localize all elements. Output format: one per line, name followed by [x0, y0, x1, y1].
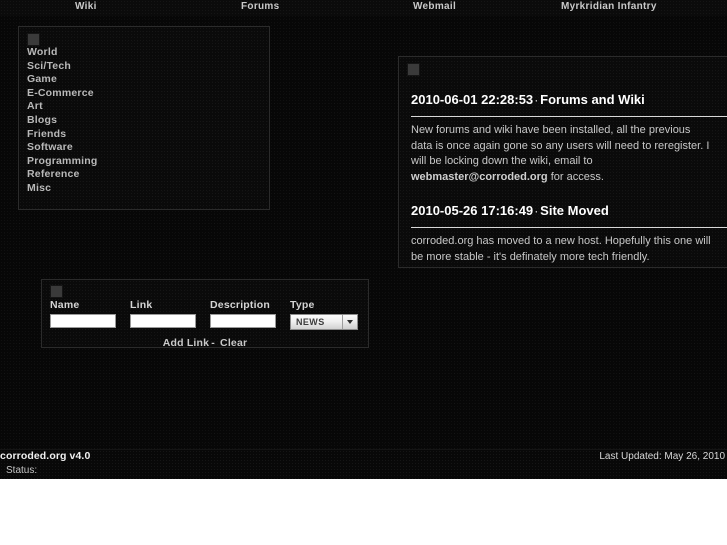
- type-select[interactable]: NEWS: [290, 314, 358, 330]
- page-root: Wiki Forums Webmail Myrkridian Infantry …: [0, 0, 727, 479]
- broken-image-icon: [407, 63, 420, 76]
- action-separator: -: [211, 337, 215, 349]
- divider: [411, 227, 727, 228]
- category-link-game[interactable]: Game: [27, 73, 261, 87]
- nav-link-myrkridian-infantry[interactable]: Myrkridian Infantry: [561, 0, 657, 14]
- add-link-button[interactable]: Add Link: [163, 337, 210, 349]
- news-item-date: 2010-06-01 22:28:53: [411, 92, 534, 107]
- list-item: Reference: [27, 168, 261, 182]
- name-field-group: Name: [50, 299, 116, 328]
- list-item: Art: [27, 100, 261, 114]
- description-input[interactable]: [210, 314, 276, 328]
- add-link-form-panel: Name Link Description Type NEWS Add Link…: [41, 279, 369, 349]
- nav-link-webmail[interactable]: Webmail: [413, 0, 456, 14]
- category-link-software[interactable]: Software: [27, 141, 261, 155]
- footer-status: Status:: [6, 465, 38, 476]
- add-link-form-actions: Add Link - Clear: [50, 337, 360, 349]
- news-item-date: 2010-05-26 17:16:49: [411, 203, 534, 218]
- list-item: Game: [27, 73, 261, 87]
- news-body-text-before-link: New forums and wiki have been installed,…: [411, 124, 710, 167]
- category-link-friends[interactable]: Friends: [27, 128, 261, 142]
- category-link-blogs[interactable]: Blogs: [27, 114, 261, 128]
- news-item: 2010-06-01 22:28:53 · Forums and Wiki New …: [399, 92, 727, 185]
- category-link-programming[interactable]: Programming: [27, 155, 261, 169]
- news-item-body: New forums and wiki have been installed,…: [411, 123, 711, 185]
- nav-link-forums[interactable]: Forums: [241, 0, 279, 14]
- chevron-down-icon: [347, 320, 353, 324]
- type-select-button[interactable]: [342, 315, 357, 329]
- news-item-body: corroded.org has moved to a new host. Ho…: [411, 235, 711, 263]
- description-field-group: Description: [210, 299, 276, 328]
- link-field-label: Link: [130, 299, 153, 311]
- broken-image-icon: [27, 33, 40, 46]
- category-link-world[interactable]: World: [27, 46, 261, 60]
- name-field-label: Name: [50, 299, 80, 311]
- type-select-value: NEWS: [296, 317, 325, 327]
- footer-bar: corroded.org v4.0 Last Updated: May 26, …: [0, 449, 727, 479]
- list-item: Programming: [27, 155, 261, 169]
- category-link-ecommerce[interactable]: E-Commerce: [27, 87, 261, 101]
- category-link-scitech[interactable]: Sci/Tech: [27, 60, 261, 74]
- category-link-misc[interactable]: Misc: [27, 182, 261, 196]
- description-field-label: Description: [210, 299, 270, 311]
- news-item-title: Forums and Wiki: [540, 92, 645, 107]
- name-input[interactable]: [50, 314, 116, 328]
- list-item: Friends: [27, 128, 261, 142]
- news-item-title: Site Moved: [540, 203, 609, 218]
- footer-brand: corroded.org v4.0: [0, 450, 91, 462]
- category-link-reference[interactable]: Reference: [27, 168, 261, 182]
- category-link-art[interactable]: Art: [27, 100, 261, 114]
- category-list: World Sci/Tech Game E-Commerce Art Blogs…: [27, 46, 261, 196]
- type-field-group: Type NEWS: [290, 299, 358, 330]
- top-navigation-bar: Wiki Forums Webmail Myrkridian Infantry: [0, 0, 727, 16]
- news-panel: 2010-06-01 22:28:53 · Forums and Wiki New …: [398, 56, 727, 268]
- news-item: 2010-05-26 17:16:49 · Site Moved corroded.…: [399, 203, 727, 265]
- list-item: World: [27, 46, 261, 60]
- add-link-form-fields: Name Link Description Type NEWS: [50, 299, 360, 330]
- footer-row: corroded.org v4.0 Last Updated: May 26, …: [0, 450, 727, 464]
- categories-panel: World Sci/Tech Game E-Commerce Art Blogs…: [18, 26, 270, 210]
- list-item: Misc: [27, 182, 261, 196]
- list-item: E-Commerce: [27, 87, 261, 101]
- broken-image-icon: [50, 285, 63, 298]
- link-field-group: Link: [130, 299, 196, 328]
- divider: [411, 116, 727, 117]
- nav-link-wiki[interactable]: Wiki: [75, 0, 97, 14]
- type-field-label: Type: [290, 299, 315, 311]
- clear-button[interactable]: Clear: [220, 337, 247, 349]
- link-input[interactable]: [130, 314, 196, 328]
- list-item: Sci/Tech: [27, 60, 261, 74]
- news-item-heading: 2010-05-26 17:16:49 · Site Moved: [411, 203, 727, 220]
- list-item: Software: [27, 141, 261, 155]
- news-email-link[interactable]: webmaster@corroded.org: [411, 171, 548, 183]
- news-item-heading: 2010-06-01 22:28:53 · Forums and Wiki: [411, 92, 727, 109]
- list-item: Blogs: [27, 114, 261, 128]
- footer-last-updated: Last Updated: May 26, 2010: [599, 451, 725, 462]
- news-body-text-after-link: for access.: [547, 170, 604, 183]
